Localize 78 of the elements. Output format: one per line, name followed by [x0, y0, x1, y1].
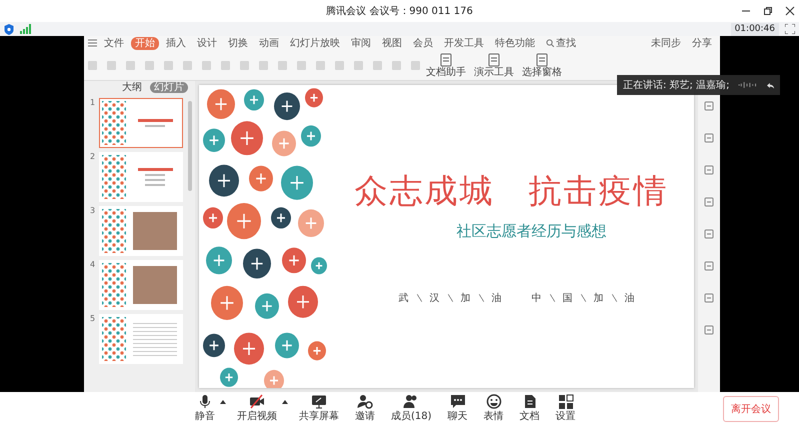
- ribbon-tab[interactable]: 幻灯片放映: [286, 36, 344, 50]
- ribbon-tab[interactable]: 开发工具: [440, 36, 488, 50]
- caret-icon[interactable]: [220, 400, 226, 404]
- meeting-toolbar-button[interactable]: 成员(18): [386, 394, 437, 423]
- panel-tab[interactable]: 大纲: [118, 82, 146, 93]
- microphone-icon: [197, 394, 213, 409]
- slide-footer-text: 油: [492, 292, 502, 305]
- meeting-toolbar-button[interactable]: 文档: [514, 394, 545, 423]
- return-icon[interactable]: [766, 80, 774, 90]
- slide-footer-text: 加: [460, 292, 470, 305]
- slide-thumbnail[interactable]: [99, 98, 183, 148]
- document-icon: [439, 52, 453, 66]
- fullscreen-icon[interactable]: [785, 24, 795, 34]
- speaking-text: 正在讲话: 郑艺; 温嘉瑜;: [623, 78, 730, 92]
- ribbon-tab[interactable]: 文件: [100, 36, 128, 50]
- toolbar-button[interactable]: 演示工具: [472, 52, 516, 78]
- meeting-toolbar-button[interactable]: 表情: [478, 394, 509, 423]
- restore-icon[interactable]: [763, 6, 773, 16]
- menu-icon[interactable]: [88, 39, 97, 47]
- slide-number: 1: [90, 98, 96, 107]
- slide-footer-text: 国: [562, 292, 572, 305]
- ribbon-tab[interactable]: 会员: [409, 36, 437, 50]
- ribbon-tab[interactable]: 动画: [255, 36, 283, 50]
- sidebar-tool-icon[interactable]: [704, 261, 714, 271]
- ribbon-tab[interactable]: 视图: [378, 36, 406, 50]
- close-icon[interactable]: [785, 6, 795, 16]
- ribbon-tab[interactable]: 特色功能: [491, 36, 539, 50]
- monitor-icon: [311, 394, 327, 409]
- slide-footer-text: 中: [532, 292, 542, 305]
- sidebar-tool-icon[interactable]: [704, 165, 714, 175]
- meeting-toolbar-button[interactable]: 开启视频: [232, 394, 282, 423]
- toolbar-button[interactable]: 文档助手: [424, 52, 468, 78]
- search-button[interactable]: 查找: [542, 36, 580, 50]
- ribbon-tab[interactable]: 审阅: [347, 36, 375, 50]
- slide-footer-text: 加: [594, 292, 604, 305]
- sidebar-tool-icon[interactable]: [704, 101, 714, 111]
- people-icon: [403, 394, 420, 409]
- document-icon: [487, 52, 501, 66]
- meeting-toolbar-button[interactable]: 聊天: [442, 394, 473, 423]
- sidebar-tool-icon[interactable]: [704, 293, 714, 303]
- ribbon-tab[interactable]: 切换: [224, 36, 252, 50]
- slide-number: 2: [90, 152, 96, 161]
- slide-title: 抗击疫情: [528, 170, 668, 212]
- meeting-timer: 01:00:46: [730, 22, 779, 36]
- sync-status[interactable]: 未同步: [647, 36, 685, 50]
- slide-footer-text: 武: [398, 292, 408, 305]
- meeting-toolbar-button[interactable]: 共享屏幕: [294, 394, 344, 423]
- slide-subtitle: 社区志愿者经历与感想: [456, 222, 606, 241]
- toolbar-button[interactable]: 选择窗格: [520, 52, 564, 78]
- slide-number: 4: [90, 260, 96, 269]
- smiley-icon: [486, 394, 502, 409]
- search-icon: [546, 39, 554, 47]
- caret-icon[interactable]: [282, 400, 288, 404]
- camera-off-icon: [249, 394, 265, 409]
- window-title: 腾讯会议 会议号：990 011 176: [326, 4, 473, 18]
- leave-meeting-button[interactable]: 离开会议: [723, 396, 779, 422]
- meeting-toolbar-button[interactable]: 设置: [550, 394, 581, 423]
- slide-title: 众志成城: [354, 170, 494, 212]
- sidebar-tool-icon[interactable]: [704, 197, 714, 207]
- meeting-toolbar-button[interactable]: 静音: [190, 394, 220, 423]
- meeting-toolbar-button[interactable]: 邀请: [350, 394, 380, 423]
- grid-icon: [558, 394, 574, 409]
- ribbon-tab[interactable]: 设计: [193, 36, 221, 50]
- document-icon: [535, 52, 549, 66]
- chat-bubble-icon: [450, 394, 466, 409]
- slide-footer-text: 油: [624, 292, 634, 305]
- ribbon-tab[interactable]: 插入: [162, 36, 190, 50]
- add-person-icon: [357, 394, 373, 409]
- slide-footer-text: 汉: [430, 292, 440, 305]
- sidebar-tool-icon[interactable]: [704, 325, 714, 335]
- shield-icon[interactable]: [4, 24, 14, 34]
- signal-icon: [20, 24, 31, 34]
- share-button[interactable]: 分享: [688, 36, 716, 50]
- sidebar-tool-icon[interactable]: [704, 133, 714, 143]
- sound-wave-icon: [737, 80, 759, 90]
- slide-number: 3: [90, 206, 96, 215]
- sidebar-tool-icon[interactable]: [704, 229, 714, 239]
- slide-number: 5: [90, 314, 96, 323]
